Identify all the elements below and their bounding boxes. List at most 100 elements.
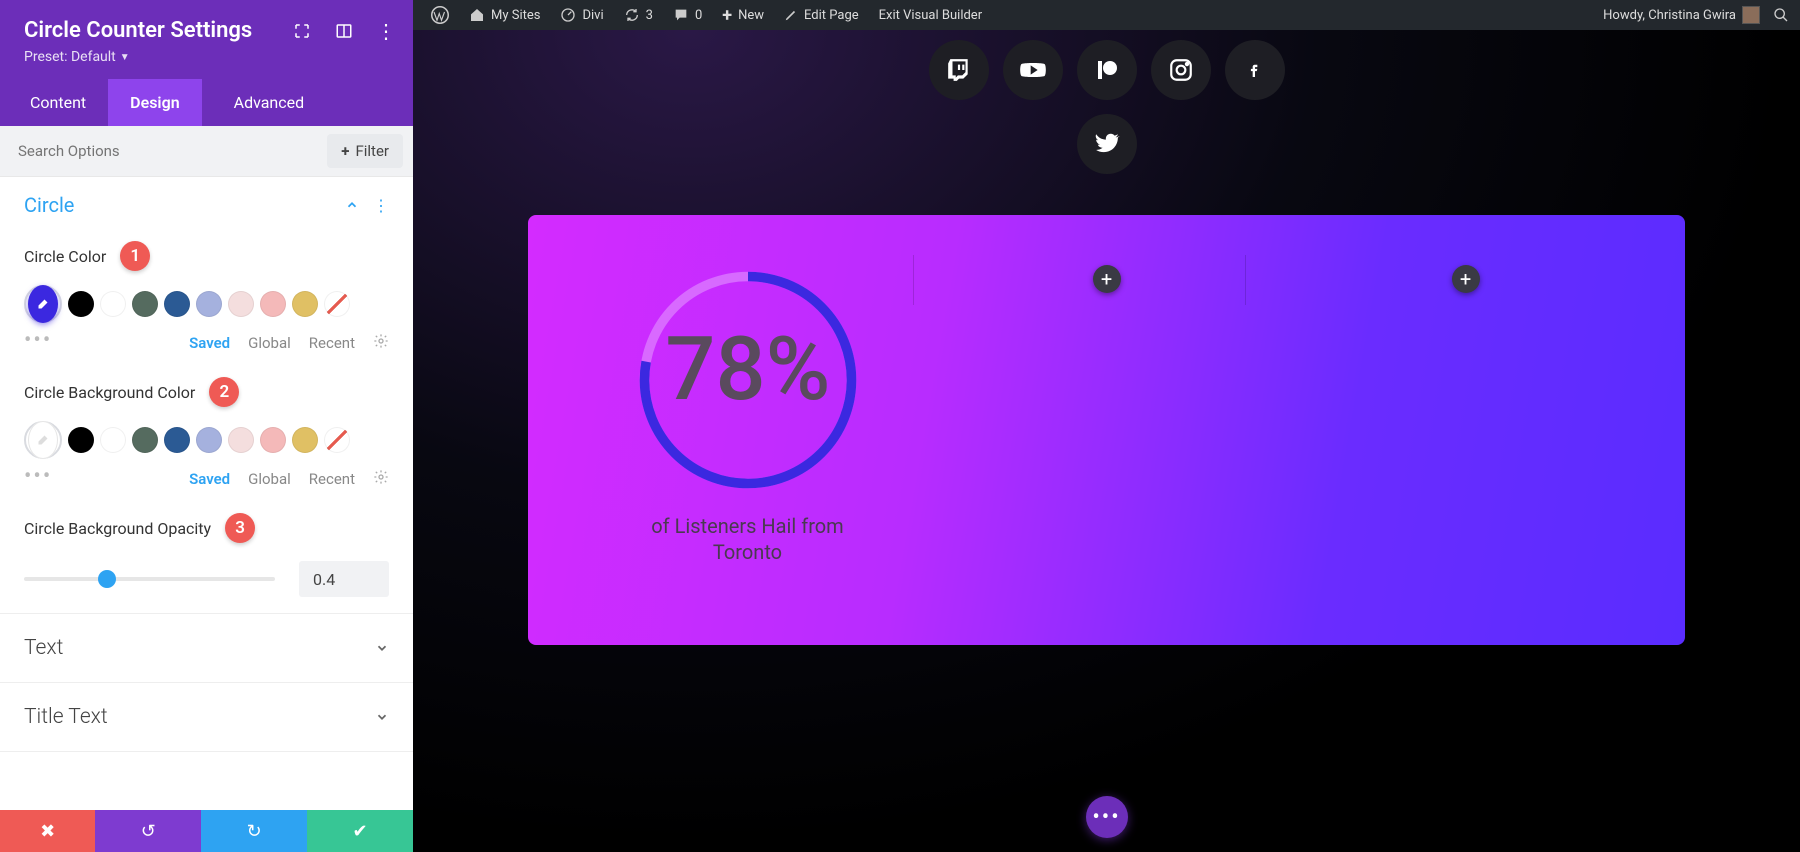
wp-site-label: Divi [582,8,603,23]
swatch-white[interactable] [100,427,126,453]
columns-icon[interactable] [335,22,353,40]
swatch-lightpink[interactable] [228,427,254,453]
preset-selector[interactable]: Preset: Default ▼ [24,49,130,65]
swatch-olive[interactable] [132,427,158,453]
wp-howdy[interactable]: Howdy, Christina Gwira [1595,0,1768,30]
slider-thumb[interactable] [98,570,116,588]
swatch-tab-recent[interactable]: Recent [309,470,355,488]
counter-caption: of Listeners Hail from Toronto [651,513,843,565]
save-button[interactable]: ✔ [307,810,413,852]
more-swatches[interactable]: ••• [24,328,52,353]
redo-button[interactable]: ↻ [201,810,307,852]
add-module-button[interactable]: + [1452,265,1480,293]
swatch-none[interactable] [324,291,350,317]
circle-color-label: Circle Color [24,247,106,266]
tab-design[interactable]: Design [108,79,201,126]
search-icon [1773,7,1789,23]
opacity-slider[interactable] [24,577,275,581]
wp-comments[interactable]: 0 [665,0,710,30]
avatar [1742,6,1760,24]
page-settings-button[interactable]: ••• [1086,796,1128,838]
counter-circle: 78% [633,265,863,495]
add-module-button[interactable]: + [1093,265,1121,293]
group-circle: Circle ⋮ Circle Color 1 [0,177,413,614]
refresh-icon [624,7,640,23]
swatch-tab-recent[interactable]: Recent [309,334,355,352]
wp-search[interactable] [1772,0,1790,30]
wp-mysites[interactable]: My Sites [461,0,548,30]
swatch-pink[interactable] [260,291,286,317]
undo-button[interactable]: ↺ [95,810,201,852]
more-icon[interactable]: ⋮ [373,196,389,215]
wp-updates[interactable]: 3 [616,0,661,30]
swatch-black[interactable] [68,427,94,453]
swatch-lightpink[interactable] [228,291,254,317]
gear-icon[interactable] [373,469,389,489]
circle-bgcolor-label: Circle Background Color [24,383,195,402]
chevron-up-icon [345,198,359,212]
more-icon[interactable]: ⋮ [377,22,395,40]
more-swatches[interactable]: ••• [24,464,52,489]
wp-edit[interactable]: Edit Page [776,0,867,30]
gear-icon[interactable] [373,333,389,353]
cancel-button[interactable]: ✖ [0,810,95,852]
swatch-lavender[interactable] [196,427,222,453]
caption-line1: of Listeners Hail from [651,514,843,538]
youtube-icon[interactable] [1003,40,1063,100]
fullscreen-icon[interactable] [293,22,311,40]
instagram-icon[interactable] [1151,40,1211,100]
group-text[interactable]: Text [0,614,413,683]
wp-new-label: New [738,8,764,23]
wp-new[interactable]: + New [714,0,772,30]
wp-logo[interactable] [423,0,457,30]
swatch-black[interactable] [68,291,94,317]
home-icon [469,7,485,23]
swatch-tab-global[interactable]: Global [248,334,291,352]
swatch-tab-global[interactable]: Global [248,470,291,488]
twitch-icon[interactable] [929,40,989,100]
swatch-gold[interactable] [292,291,318,317]
swatch-tab-saved[interactable]: Saved [189,334,230,352]
swatch-pink[interactable] [260,427,286,453]
twitter-icon[interactable] [1077,114,1137,174]
filter-button[interactable]: + Filter [327,134,403,168]
swatch-blue[interactable] [164,291,190,317]
circle-opacity-label: Circle Background Opacity [24,519,211,538]
annotation-badge-1: 1 [120,241,150,271]
pencil-icon [784,8,798,22]
chevron-down-icon [375,641,389,655]
circle-counter[interactable]: 78% of Listeners Hail from Toronto [633,265,863,565]
group-circle-head[interactable]: Circle ⋮ [24,193,389,217]
bgcolor-picker-active[interactable] [24,421,62,459]
eyedropper-icon [28,285,58,323]
eyedropper-icon [28,421,58,459]
swatch-gold[interactable] [292,427,318,453]
wp-updates-count: 3 [646,8,653,23]
swatch-olive[interactable] [132,291,158,317]
facebook-icon[interactable] [1225,40,1285,100]
group-text-title: Text [24,636,63,660]
group-titletext-title: Title Text [24,705,108,729]
tab-content[interactable]: Content [0,79,108,126]
counter-column: 78% of Listeners Hail from Toronto [568,265,927,595]
wp-exit-vb[interactable]: Exit Visual Builder [871,0,990,30]
color-picker-active[interactable] [24,285,62,323]
gauge-icon [560,7,576,23]
tab-advanced[interactable]: Advanced [212,79,327,126]
swatch-tab-saved[interactable]: Saved [189,470,230,488]
patreon-icon[interactable] [1077,40,1137,100]
swatch-none[interactable] [324,427,350,453]
swatch-white[interactable] [100,291,126,317]
group-title-text[interactable]: Title Text [0,683,413,752]
wp-site[interactable]: Divi [552,0,611,30]
swatch-blue[interactable] [164,427,190,453]
counter-percent: 78% [665,317,830,421]
circle-color-swatches [24,285,389,323]
opacity-value-input[interactable] [299,561,389,597]
field-circle-bg-opacity: Circle Background Opacity 3 [24,513,389,597]
comment-icon [673,7,689,23]
swatch-lavender[interactable] [196,291,222,317]
wp-exit-label: Exit Visual Builder [879,8,982,23]
preset-label: Preset: Default [24,49,116,65]
search-input[interactable] [0,128,317,174]
